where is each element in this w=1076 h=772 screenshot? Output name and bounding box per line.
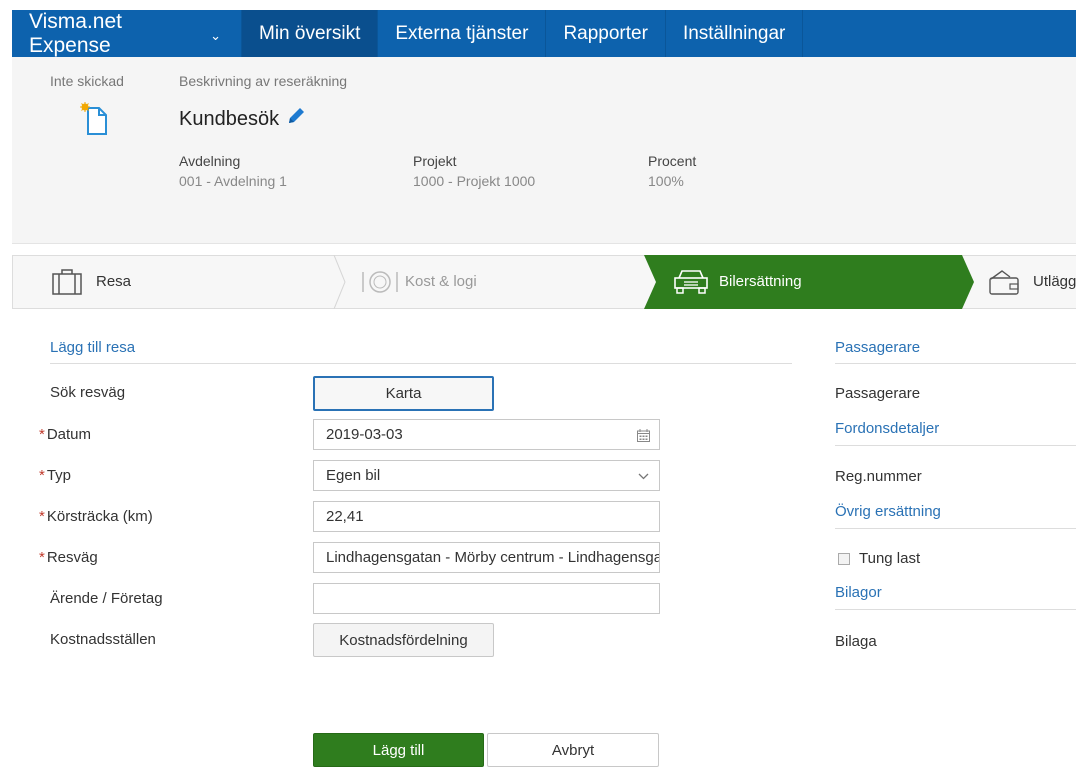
meta-value: 001 - Avdelning 1 xyxy=(179,173,287,189)
meta-project: Projekt 1000 - Projekt 1000 xyxy=(413,153,535,189)
nav-item-external-services[interactable]: Externa tjänster xyxy=(378,10,547,57)
required-marker: * xyxy=(39,549,45,566)
cost-centers-label: Kostnadsställen xyxy=(50,631,156,648)
divider xyxy=(835,528,1076,529)
meta-value: 100% xyxy=(648,173,684,189)
step-label: Kost & logi xyxy=(405,273,477,290)
report-title: Kundbesök xyxy=(179,106,306,132)
add-trip-form: Lägg till resa Sök resväg Karta * Datum 2… xyxy=(12,309,1076,772)
window-top-strip xyxy=(0,0,1076,10)
divider xyxy=(835,363,1076,364)
route-input[interactable]: Lindhagensgatan - Mörby centrum - Lindha… xyxy=(313,542,660,573)
car-icon xyxy=(674,270,708,294)
chevron-down-icon: ⌄ xyxy=(210,27,221,43)
meta-percent: Procent 100% xyxy=(648,153,696,189)
window-left-strip xyxy=(0,0,12,772)
type-label-text: Typ xyxy=(46,467,72,484)
attachment-label: Bilaga xyxy=(835,633,877,650)
nav-item-overview[interactable]: Min översikt xyxy=(242,10,379,57)
plate-icon xyxy=(362,271,398,293)
app-switcher[interactable]: Visma.net Expense ⌄ xyxy=(12,10,242,57)
top-navigation: Visma.net Expense ⌄ Min översikt Externa… xyxy=(12,10,1076,57)
date-label-text: Datum xyxy=(46,426,92,443)
type-value: Egen bil xyxy=(326,467,381,484)
divider xyxy=(50,363,792,364)
report-header: Inte skickad Beskrivning av reseräkning … xyxy=(12,57,1076,244)
date-label: * Datum xyxy=(39,426,91,443)
meta-label: Projekt xyxy=(413,153,457,169)
errand-label: Ärende / Företag xyxy=(50,590,163,607)
meta-value: 1000 - Projekt 1000 xyxy=(413,173,536,189)
app-title: Visma.net Expense xyxy=(29,9,122,57)
calendar-icon[interactable] xyxy=(637,429,650,442)
reg-number-label: Reg.nummer xyxy=(835,468,922,485)
step-label: Utlägg xyxy=(1033,273,1076,290)
route-label: * Resväg xyxy=(39,549,98,566)
section-title-add-trip: Lägg till resa xyxy=(50,339,136,356)
search-route-label: Sök resväg xyxy=(50,384,126,401)
date-value: 2019-03-03 xyxy=(326,426,403,443)
distance-value: 22,41 xyxy=(326,508,364,525)
report-title-text: Kundbesök xyxy=(179,107,280,130)
wizard-steps-background xyxy=(12,255,1076,309)
required-marker: * xyxy=(39,467,45,484)
required-marker: * xyxy=(39,426,45,443)
step-label: Resa xyxy=(96,273,132,290)
route-label-text: Resväg xyxy=(46,549,98,566)
section-title-other-compensation: Övrig ersättning xyxy=(835,503,941,520)
wizard-steps: Resa Kost & logi Bilersättning Utlägg xyxy=(12,255,1076,309)
map-button[interactable]: Karta xyxy=(313,376,494,411)
meta-label: Avdelning xyxy=(179,153,241,169)
pencil-icon[interactable] xyxy=(286,106,306,132)
document-new-icon xyxy=(80,102,110,141)
heavy-load-checkbox[interactable] xyxy=(838,553,850,565)
distance-label: * Körsträcka (km) xyxy=(39,508,153,525)
nav-item-settings[interactable]: Inställningar xyxy=(666,10,804,57)
step-label: Bilersättning xyxy=(719,273,802,290)
heavy-load-label: Tung last xyxy=(859,550,921,567)
wallet-icon xyxy=(989,270,1019,295)
meta-department: Avdelning 001 - Avdelning 1 xyxy=(179,153,287,189)
route-value: Lindhagensgatan - Mörby centrum - Lindha… xyxy=(326,549,660,566)
type-label: * Typ xyxy=(39,467,71,484)
cost-distribution-button[interactable]: Kostnadsfördelning xyxy=(313,623,494,657)
distance-input[interactable]: 22,41 xyxy=(313,501,660,532)
divider xyxy=(835,445,1076,446)
description-label: Beskrivning av reseräkning xyxy=(179,73,348,89)
cancel-button[interactable]: Avbryt xyxy=(487,733,659,767)
suitcase-icon xyxy=(52,269,82,295)
section-title-attachments: Bilagor xyxy=(835,584,882,601)
errand-input[interactable] xyxy=(313,583,660,614)
main-content: Inte skickad Beskrivning av reseräkning … xyxy=(12,57,1076,772)
divider xyxy=(835,609,1076,610)
type-select[interactable]: Egen bil xyxy=(313,460,660,491)
meta-label: Procent xyxy=(648,153,697,169)
add-button[interactable]: Lägg till xyxy=(313,733,484,767)
date-field[interactable]: 2019-03-03 xyxy=(313,419,660,450)
passengers-label: Passagerare xyxy=(835,385,921,402)
section-title-vehicle: Fordonsdetaljer xyxy=(835,420,940,437)
distance-label-text: Körsträcka (km) xyxy=(46,508,153,525)
required-marker: * xyxy=(39,508,45,525)
nav-item-reports[interactable]: Rapporter xyxy=(546,10,666,57)
section-title-passengers: Passagerare xyxy=(835,339,921,356)
status-label: Inte skickad xyxy=(50,73,124,89)
chevron-down-icon xyxy=(638,473,649,480)
